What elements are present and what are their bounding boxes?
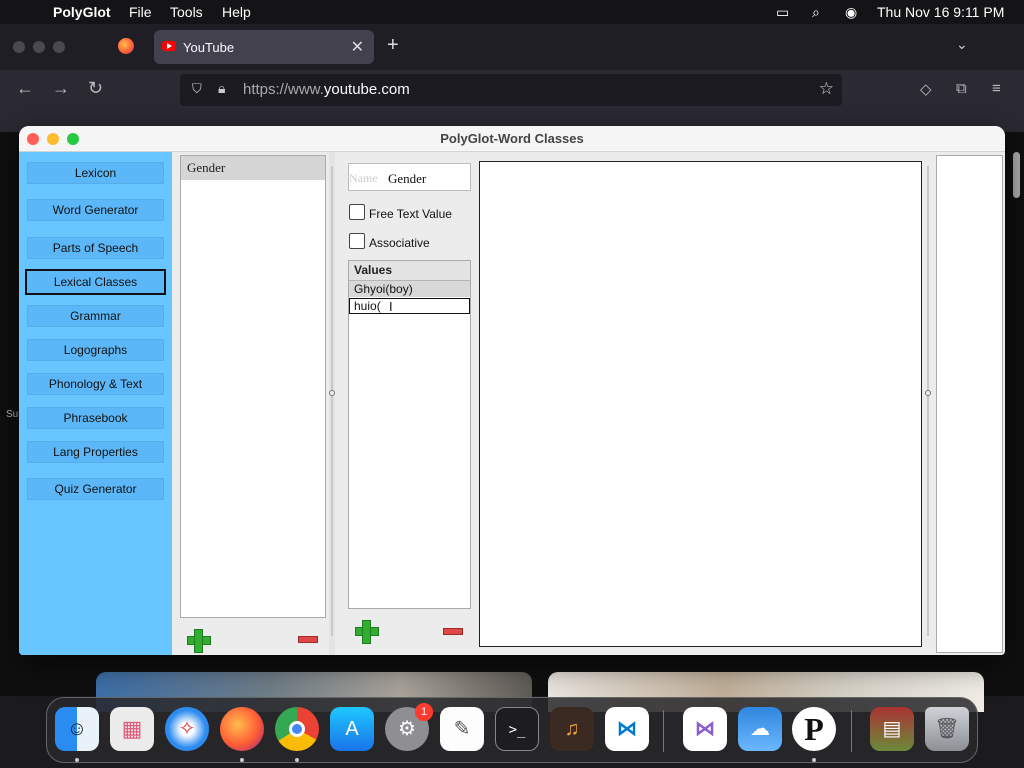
- pocket-icon[interactable]: ◇: [920, 80, 932, 98]
- remove-value-button[interactable]: [443, 628, 463, 635]
- dock-separator: [851, 710, 852, 752]
- visual-studio-icon[interactable]: ⋈: [683, 707, 727, 751]
- tab-title: YouTube: [183, 40, 235, 55]
- running-indicator: [240, 758, 244, 762]
- menu-app-name[interactable]: PolyGlot: [53, 4, 111, 20]
- weather-icon[interactable]: ☁: [738, 707, 782, 751]
- class-canvas-area[interactable]: [479, 161, 922, 647]
- value-edit-field[interactable]: huio(: [349, 298, 470, 314]
- table-row[interactable]: Ghyoi(boy): [349, 281, 470, 297]
- name-field[interactable]: Name Gender: [348, 163, 471, 191]
- class-list[interactable]: Gender: [180, 155, 326, 618]
- divider-handle[interactable]: [329, 390, 335, 396]
- app-store-icon[interactable]: A: [330, 707, 374, 751]
- polyglot-titlebar: PolyGlot-Word Classes: [19, 126, 1005, 152]
- page-scrollbar[interactable]: [1013, 152, 1020, 198]
- name-placeholder: Name: [349, 171, 378, 185]
- close-tab-icon[interactable]: ✕: [351, 37, 364, 57]
- vscode-icon[interactable]: ⋈: [605, 707, 649, 751]
- garageband-icon[interactable]: ♫: [550, 707, 594, 751]
- name-value: Gender: [388, 171, 427, 186]
- url-prefix: https://www.: [243, 81, 324, 98]
- menu-hamburger-icon[interactable]: ≡: [992, 80, 1001, 97]
- textedit-icon[interactable]: ✎: [440, 707, 484, 751]
- menu-clock[interactable]: Thu Nov 16 9:11 PM: [877, 4, 1004, 20]
- divider-handle[interactable]: [925, 390, 931, 396]
- class-detail-panel: Name Gender Free Text Value Associative …: [339, 152, 475, 655]
- reload-icon[interactable]: ↻: [88, 78, 103, 99]
- url-text[interactable]: https://www.youtube.com: [243, 81, 410, 98]
- sidebar-item-lexicon[interactable]: Lexicon: [27, 162, 164, 184]
- sidebar-item-grammar[interactable]: Grammar: [27, 305, 164, 327]
- bookmark-star-icon[interactable]: ☆: [819, 79, 834, 99]
- nav-bar: ← → ↻ ⛉ 🔒︎ https://www.youtube.com ☆ ◇ ⧉…: [0, 70, 1024, 110]
- notification-badge: 1: [415, 703, 433, 721]
- menu-tools[interactable]: Tools: [170, 4, 203, 20]
- values-header[interactable]: Values: [349, 261, 470, 281]
- control-center-icon[interactable]: ◉: [845, 4, 857, 21]
- window-zoom-button[interactable]: [53, 41, 65, 53]
- running-indicator: [75, 758, 79, 762]
- url-domain: youtube.com: [323, 81, 410, 98]
- list-item[interactable]: Gender: [181, 156, 325, 180]
- associative-label: Associative: [369, 236, 430, 250]
- trash-icon[interactable]: 🗑︎: [925, 707, 969, 751]
- split-pane-divider[interactable]: [925, 152, 931, 655]
- window-title: PolyGlot-Word Classes: [440, 131, 584, 146]
- preview-folder-icon[interactable]: ▤: [870, 707, 914, 751]
- forward-icon[interactable]: →: [52, 78, 70, 99]
- sidebar-item-word-generator[interactable]: Word Generator: [27, 199, 164, 221]
- add-class-button[interactable]: [187, 629, 211, 653]
- sidebar-item-phonology-text[interactable]: Phonology & Text: [27, 373, 164, 395]
- extensions-icon[interactable]: ⧉: [956, 80, 967, 97]
- values-table[interactable]: Values Ghyoi(boy) huio( I: [348, 260, 471, 609]
- search-icon[interactable]: ⌕: [812, 4, 820, 21]
- divider-line: [927, 166, 929, 636]
- running-indicator: [295, 758, 299, 762]
- sidebar-item-logographs[interactable]: Logographs: [27, 339, 164, 361]
- finder-icon[interactable]: ☺: [55, 707, 99, 751]
- sidebar-item-parts-of-speech[interactable]: Parts of Speech: [27, 237, 164, 259]
- polyglot-icon[interactable]: P: [792, 707, 836, 751]
- tab-youtube[interactable]: YouTube ✕: [154, 30, 374, 64]
- window-close-button[interactable]: [13, 41, 25, 53]
- list-tabs-chevron-down-icon[interactable]: ⌄: [956, 36, 968, 53]
- chrome-icon[interactable]: [275, 707, 319, 751]
- firefox-view-icon[interactable]: [118, 38, 134, 54]
- new-tab-icon[interactable]: +: [387, 34, 399, 57]
- sidebar-item-lang-properties[interactable]: Lang Properties: [27, 441, 164, 463]
- tab-strip: YouTube ✕ + ⌄: [0, 24, 1024, 70]
- free-text-value-checkbox[interactable]: [349, 204, 365, 220]
- polyglot-window: PolyGlot-Word Classes Lexicon Word Gener…: [19, 126, 1005, 655]
- menu-help[interactable]: Help: [222, 4, 251, 20]
- add-value-button[interactable]: [355, 620, 379, 644]
- sidebar-item-phrasebook[interactable]: Phrasebook: [27, 407, 164, 429]
- sidebar: Lexicon Word Generator Parts of Speech L…: [19, 152, 172, 655]
- sidebar-item-quiz-generator[interactable]: Quiz Generator: [27, 478, 164, 500]
- url-bar[interactable]: ⛉ 🔒︎ https://www.youtube.com ☆: [180, 74, 842, 106]
- tracking-shield-icon[interactable]: ⛉: [192, 81, 202, 97]
- divider-line: [331, 166, 333, 636]
- free-text-value-label: Free Text Value: [369, 207, 452, 221]
- remove-class-button[interactable]: [298, 636, 318, 643]
- safari-icon[interactable]: ✧: [165, 707, 209, 751]
- back-icon[interactable]: ←: [16, 78, 34, 99]
- dock-separator: [663, 710, 664, 752]
- dock: ☺ ▦ ✧ A ⚙ 1 ✎ >_ ♫ ⋈ ⋈ ☁ P ▤ 🗑︎: [46, 697, 978, 763]
- running-indicator: [812, 758, 816, 762]
- launchpad-icon[interactable]: ▦: [110, 707, 154, 751]
- screen-mirroring-icon[interactable]: ▭: [776, 4, 789, 21]
- text-cursor-icon: I: [389, 299, 393, 314]
- right-pane: [936, 155, 1003, 653]
- window-minimize-button[interactable]: [33, 41, 45, 53]
- menu-bar: PolyGlot File Tools Help ▭ ⌕ ◉ Thu Nov 1…: [0, 0, 1024, 24]
- associative-checkbox[interactable]: [349, 233, 365, 249]
- youtube-favicon-icon: [162, 41, 176, 51]
- split-pane-divider[interactable]: [329, 152, 335, 655]
- firefox-icon[interactable]: [220, 707, 264, 751]
- terminal-icon[interactable]: >_: [495, 707, 539, 751]
- menu-file[interactable]: File: [129, 4, 152, 20]
- lock-icon[interactable]: 🔒︎: [218, 80, 225, 97]
- sidebar-item-lexical-classes[interactable]: Lexical Classes: [25, 269, 166, 295]
